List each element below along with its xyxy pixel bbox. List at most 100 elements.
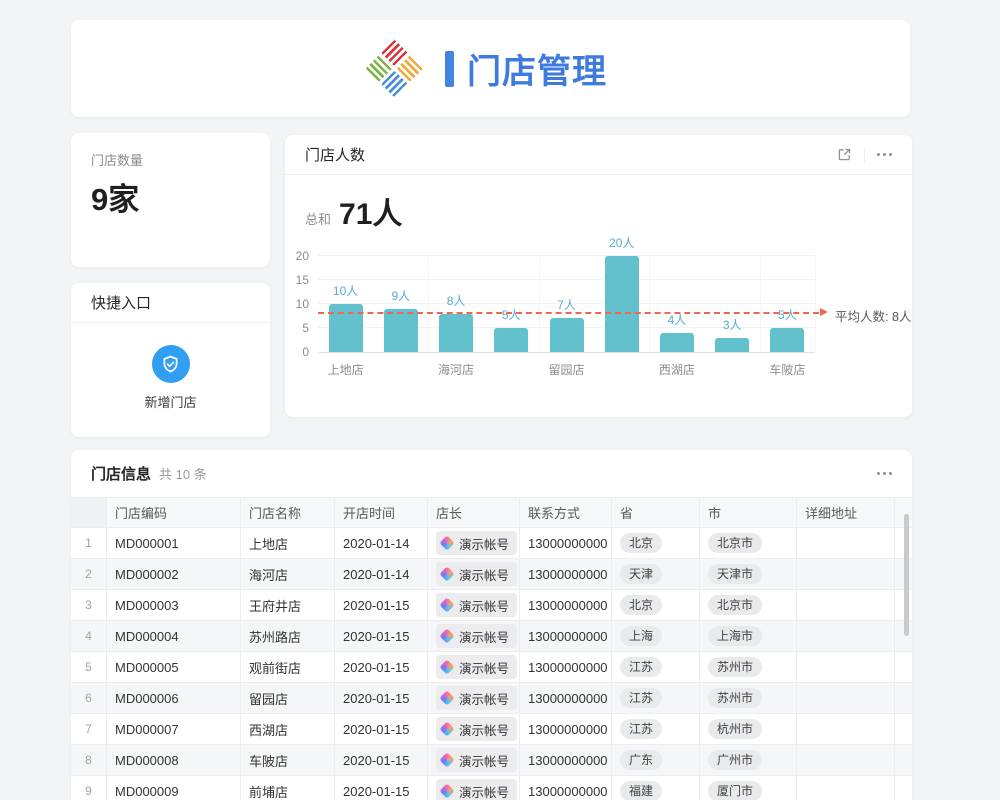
cell-store-name[interactable]: 海河店 — [241, 559, 335, 589]
cell-phone[interactable]: 13000000000 — [520, 745, 612, 775]
cell-store-name[interactable]: 上地店 — [241, 528, 335, 558]
cell-address[interactable] — [797, 528, 895, 558]
column-header[interactable]: 门店名称 — [241, 498, 335, 527]
cell-city[interactable]: 天津市 — [700, 559, 797, 589]
cell-province[interactable]: 福建 — [612, 776, 700, 800]
cell-manager[interactable]: 演示帐号 — [428, 683, 520, 713]
cell-store-code[interactable]: MD000006 — [107, 683, 241, 713]
cell-city[interactable]: 广州市 — [700, 745, 797, 775]
chart-bar[interactable] — [660, 333, 694, 352]
cell-store-code[interactable]: MD000007 — [107, 714, 241, 744]
column-header[interactable]: 详细地址 — [797, 498, 895, 527]
cell-open-date[interactable]: 2020-01-15 — [335, 776, 428, 800]
cell-store-name[interactable]: 留园店 — [241, 683, 335, 713]
cell-store-code[interactable]: MD000009 — [107, 776, 241, 800]
chart-bar[interactable] — [770, 328, 804, 352]
cell-open-date[interactable]: 2020-01-14 — [335, 528, 428, 558]
cell-store-code[interactable]: MD000005 — [107, 652, 241, 682]
manager-avatar — [439, 752, 454, 767]
cell-city[interactable]: 北京市 — [700, 590, 797, 620]
cell-address[interactable] — [797, 621, 895, 651]
cell-province[interactable]: 江苏 — [612, 714, 700, 744]
cell-province[interactable]: 天津 — [612, 559, 700, 589]
cell-city[interactable]: 厦门市 — [700, 776, 797, 800]
cell-store-name[interactable]: 王府井店 — [241, 590, 335, 620]
cell-manager[interactable]: 演示帐号 — [428, 528, 520, 558]
cell-phone[interactable]: 13000000000 — [520, 776, 612, 800]
cell-city[interactable]: 北京市 — [700, 528, 797, 558]
cell-province[interactable]: 广东 — [612, 745, 700, 775]
cell-store-code[interactable]: MD000001 — [107, 528, 241, 558]
cell-open-date[interactable]: 2020-01-14 — [335, 559, 428, 589]
cell-phone[interactable]: 13000000000 — [520, 528, 612, 558]
column-header[interactable]: 开店时间 — [335, 498, 428, 527]
cell-province[interactable]: 北京 — [612, 528, 700, 558]
cell-city[interactable]: 苏州市 — [700, 652, 797, 682]
cell-manager[interactable]: 演示帐号 — [428, 621, 520, 651]
cell-open-date[interactable]: 2020-01-15 — [335, 714, 428, 744]
cell-province[interactable]: 上海 — [612, 621, 700, 651]
cell-address[interactable] — [797, 559, 895, 589]
cell-address[interactable] — [797, 776, 895, 800]
cell-address[interactable] — [797, 745, 895, 775]
chart-bar[interactable] — [550, 318, 584, 352]
scrollbar-thumb[interactable] — [904, 514, 909, 636]
cell-store-name[interactable]: 西湖店 — [241, 714, 335, 744]
province-tag: 天津 — [620, 564, 662, 583]
chart-bar[interactable] — [605, 256, 639, 352]
manager-chip: 演示帐号 — [436, 593, 517, 617]
header-row-number-cell — [71, 498, 107, 527]
cell-manager[interactable]: 演示帐号 — [428, 714, 520, 744]
cell-open-date[interactable]: 2020-01-15 — [335, 621, 428, 651]
cell-store-name[interactable]: 前埔店 — [241, 776, 335, 800]
cell-open-date[interactable]: 2020-01-15 — [335, 652, 428, 682]
chart-more-icon[interactable] — [877, 149, 892, 160]
cell-province[interactable]: 江苏 — [612, 652, 700, 682]
cell-phone[interactable]: 13000000000 — [520, 683, 612, 713]
cell-store-name[interactable]: 观前街店 — [241, 652, 335, 682]
column-header[interactable]: 市 — [700, 498, 797, 527]
table-more-icon[interactable] — [877, 468, 892, 479]
cell-store-code[interactable]: MD000004 — [107, 621, 241, 651]
cell-address[interactable] — [797, 590, 895, 620]
column-header[interactable]: 店长 — [428, 498, 520, 527]
cell-store-name[interactable]: 车陂店 — [241, 745, 335, 775]
manager-chip: 演示帐号 — [436, 624, 517, 648]
cell-store-name[interactable]: 苏州路店 — [241, 621, 335, 651]
cell-address[interactable] — [797, 714, 895, 744]
chart-bar[interactable] — [439, 314, 473, 352]
cell-manager[interactable]: 演示帐号 — [428, 745, 520, 775]
table-scrollbar[interactable] — [904, 514, 909, 800]
city-tag: 北京市 — [708, 595, 762, 614]
column-header[interactable]: 联系方式 — [520, 498, 612, 527]
cell-phone[interactable]: 13000000000 — [520, 652, 612, 682]
expand-icon[interactable] — [837, 147, 852, 162]
cell-province[interactable]: 北京 — [612, 590, 700, 620]
cell-phone[interactable]: 13000000000 — [520, 590, 612, 620]
chart-bar[interactable] — [715, 338, 749, 352]
cell-phone[interactable]: 13000000000 — [520, 559, 612, 589]
cell-manager[interactable]: 演示帐号 — [428, 590, 520, 620]
cell-store-code[interactable]: MD000008 — [107, 745, 241, 775]
column-header[interactable]: 省 — [612, 498, 700, 527]
column-header[interactable]: 门店编码 — [107, 498, 241, 527]
cell-phone[interactable]: 13000000000 — [520, 714, 612, 744]
cell-phone[interactable]: 13000000000 — [520, 621, 612, 651]
chart-bar[interactable] — [494, 328, 528, 352]
cell-open-date[interactable]: 2020-01-15 — [335, 590, 428, 620]
cell-open-date[interactable]: 2020-01-15 — [335, 745, 428, 775]
cell-manager[interactable]: 演示帐号 — [428, 652, 520, 682]
cell-city[interactable]: 杭州市 — [700, 714, 797, 744]
cell-manager[interactable]: 演示帐号 — [428, 559, 520, 589]
cell-store-code[interactable]: MD000002 — [107, 559, 241, 589]
add-store-button[interactable]: 新增门店 — [71, 323, 270, 411]
cell-city[interactable]: 苏州市 — [700, 683, 797, 713]
cell-store-code[interactable]: MD000003 — [107, 590, 241, 620]
cell-province[interactable]: 江苏 — [612, 683, 700, 713]
cell-address[interactable] — [797, 683, 895, 713]
cell-open-date[interactable]: 2020-01-15 — [335, 683, 428, 713]
chart-bar[interactable] — [384, 309, 418, 352]
cell-city[interactable]: 上海市 — [700, 621, 797, 651]
cell-manager[interactable]: 演示帐号 — [428, 776, 520, 800]
cell-address[interactable] — [797, 652, 895, 682]
